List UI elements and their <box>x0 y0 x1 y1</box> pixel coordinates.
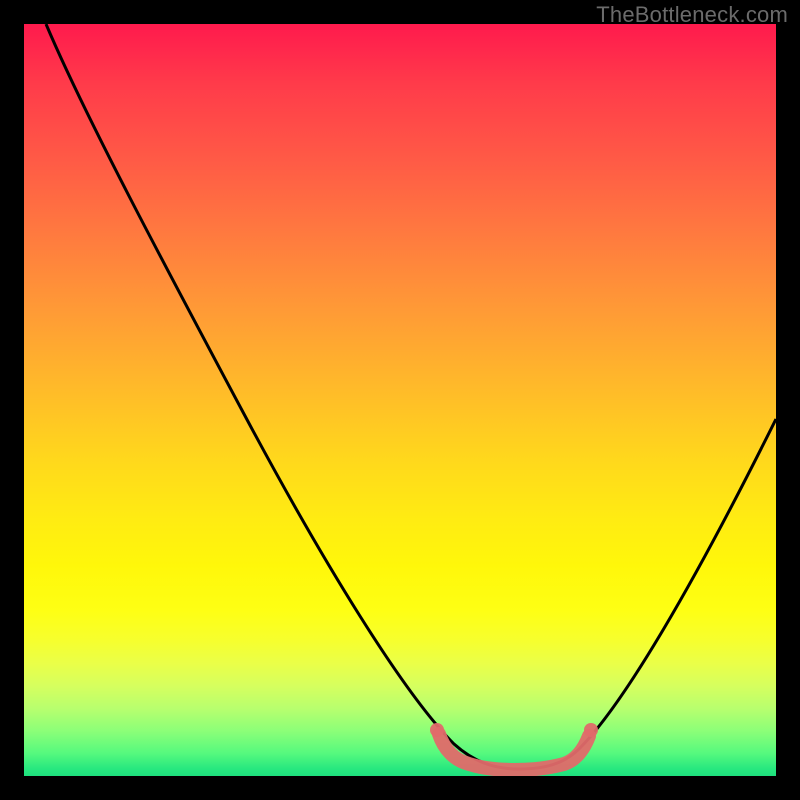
bottleneck-curve <box>46 24 776 769</box>
band-end-left <box>430 723 444 737</box>
plot-area <box>24 24 776 776</box>
curve-svg <box>24 24 776 776</box>
watermark-text: TheBottleneck.com <box>596 2 788 28</box>
band-end-right <box>584 723 598 737</box>
chart-frame: TheBottleneck.com <box>0 0 800 800</box>
